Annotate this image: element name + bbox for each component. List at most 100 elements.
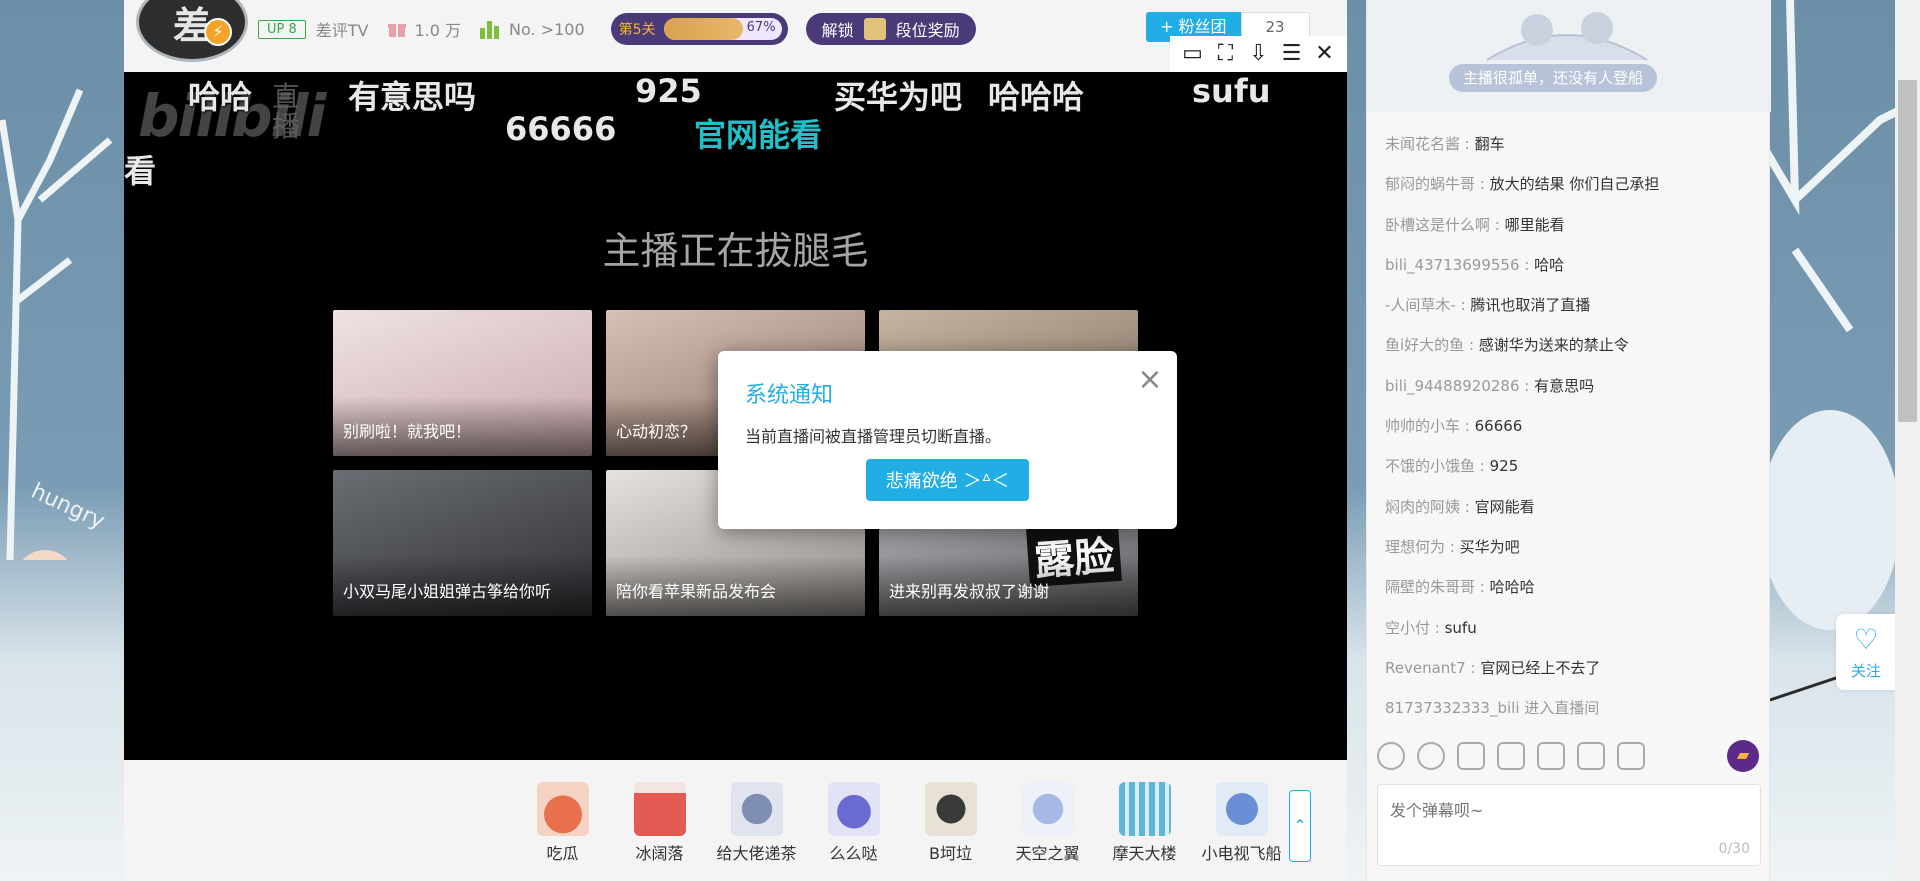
close-icon[interactable]: ✕ xyxy=(1312,41,1338,67)
chat-text: 哈哈哈 xyxy=(1489,578,1535,597)
palette-icon[interactable] xyxy=(1417,742,1445,770)
gift-icon xyxy=(387,24,406,37)
scrollbar-thumb[interactable] xyxy=(1898,80,1917,422)
chat-username[interactable]: 帅帅的小车 xyxy=(1385,417,1460,435)
danmaku-item: 925 xyxy=(635,72,702,110)
chat-message: 帅帅的小车 : 66666 xyxy=(1385,406,1755,446)
ship-banner: 主播很孤单，还没有人登船 xyxy=(1367,0,1771,112)
chat-username[interactable]: -人间草木- xyxy=(1385,296,1456,314)
heart-icon: ♡ xyxy=(1853,623,1879,656)
rank-icon xyxy=(480,21,500,39)
background-tree-left: hungry xyxy=(0,88,113,560)
gift-name: 给大佬递茶 xyxy=(716,844,797,863)
rank-text[interactable]: No. >100 xyxy=(509,20,585,39)
chat-username[interactable]: 鱼i好大的鱼 xyxy=(1385,336,1464,354)
video-icon[interactable]: ▭ xyxy=(1180,41,1206,67)
gift-expand-button[interactable]: ⌃ xyxy=(1289,790,1311,862)
gift-item[interactable]: 吃瓜 xyxy=(514,782,611,864)
chat-username[interactable]: 焖肉的阿姨 xyxy=(1385,498,1460,516)
chat-separator: : xyxy=(1475,457,1490,476)
channel-name[interactable]: 差评TV xyxy=(316,17,369,41)
verified-badge-icon: ⚡ xyxy=(204,18,232,46)
chat-username[interactable]: bili_43713699556 xyxy=(1385,256,1520,274)
chat-text: 感谢华为送来的禁止令 xyxy=(1478,336,1629,355)
level-progress-pill[interactable]: 第5关 67% xyxy=(610,13,788,45)
danmaku-char-counter: 0/30 xyxy=(1718,841,1750,857)
gift-item[interactable]: 么么哒 xyxy=(805,782,902,864)
follow-label: 关注 xyxy=(1850,662,1881,680)
download-icon[interactable]: ⇩ xyxy=(1246,41,1272,67)
spaceship-icon xyxy=(1215,782,1268,836)
chat-text: 哈哈 xyxy=(1534,255,1565,274)
danmaku-item: 看 xyxy=(124,152,157,190)
chat-separator: : xyxy=(1460,497,1475,516)
chat-username[interactable]: 空小付 xyxy=(1385,619,1430,637)
gift-item[interactable]: 摩天大楼 xyxy=(1096,782,1193,864)
follow-button[interactable]: ♡ 关注 xyxy=(1836,614,1896,690)
danmaku-item: sufu xyxy=(1192,72,1271,110)
close-icon[interactable]: × xyxy=(1136,365,1164,395)
gift-item[interactable]: 天空之翼 xyxy=(999,782,1096,864)
chat-message: Revenant7 : 官网已经上不去了 xyxy=(1385,648,1755,688)
chat-username[interactable]: 理想何为 xyxy=(1385,538,1445,556)
chat-text: 925 xyxy=(1489,457,1519,476)
player-toolbar: ▭ ⛶ ⇩ ☰ ✕ xyxy=(1170,36,1347,72)
recommendation-title: 进来别再发叔叔了谢谢 xyxy=(889,582,1050,601)
level-progress-fill xyxy=(663,18,743,40)
chat-separator: : xyxy=(1460,417,1475,436)
recommendation-card[interactable]: 别刷啦！就我吧！ xyxy=(333,310,592,456)
recommendation-card[interactable]: 小双马尾小姐姐弹古筝给你听 xyxy=(333,470,592,616)
fullscreen-icon[interactable]: ⛶ xyxy=(1213,41,1239,67)
skyscraper-icon xyxy=(1118,782,1171,836)
menu-icon[interactable]: ☰ xyxy=(1279,41,1305,67)
danmaku-input[interactable] xyxy=(1378,785,1760,865)
chat-separator: : xyxy=(1445,537,1460,556)
chat-message: 空小付 : sufu xyxy=(1385,608,1755,648)
chat-username[interactable]: 卧槽这是什么啊 xyxy=(1385,216,1490,234)
chat-username[interactable]: Revenant7 xyxy=(1385,659,1466,677)
gift-name: 天空之翼 xyxy=(1015,844,1080,863)
gift-item[interactable]: 给大佬递茶 xyxy=(708,782,805,864)
confirm-button[interactable]: 悲痛欲绝 ＞ᐞ＜ xyxy=(866,459,1029,501)
chat-text: 哪里能看 xyxy=(1504,215,1565,234)
gift-item[interactable]: B坷垃 xyxy=(902,782,999,864)
unlock-reward-button[interactable]: 解锁 段位奖励 xyxy=(805,13,976,45)
danmaku-item: 哈哈哈 xyxy=(988,78,1085,116)
emoji-icon[interactable] xyxy=(1377,742,1405,770)
gift-item[interactable]: 小电视飞船 xyxy=(1193,782,1290,864)
chat-message: -人间草木- : 腾讯也取消了直播 xyxy=(1385,285,1755,325)
block-danmaku-icon[interactable] xyxy=(1537,742,1565,770)
cola-icon xyxy=(633,782,686,836)
danmaku-item: 有意思吗 xyxy=(348,78,477,116)
up-level-tag[interactable]: UP 8 xyxy=(258,19,306,39)
gift-count: 1.0 万 xyxy=(414,21,462,40)
chat-separator: : xyxy=(1475,578,1490,597)
chat-username[interactable]: 隔壁的朱哥哥 xyxy=(1385,578,1475,596)
chat-username[interactable]: bili_94488920286 xyxy=(1385,377,1520,395)
chat-text: 进入直播间 xyxy=(1524,699,1600,718)
reward-label: 段位奖励 xyxy=(895,21,960,40)
page-scrollbar[interactable] xyxy=(1895,0,1920,881)
chat-username[interactable]: 81737332333_bili xyxy=(1385,699,1520,717)
chat-username[interactable]: 郁闷的蜗牛哥 xyxy=(1385,175,1475,193)
gift-danmaku-icon[interactable] xyxy=(1617,742,1645,770)
chat-username[interactable]: 未闻花名酱 xyxy=(1385,135,1460,153)
chat-message: 卧槽这是什么啊 : 哪里能看 xyxy=(1385,205,1755,245)
chat-message-list[interactable]: 未闻花名酱 : 翻车 郁闷的蜗牛哥 : 放大的结果 你们自己承担 卧槽这是什么啊… xyxy=(1385,124,1755,728)
chat-message: 郁闷的蜗牛哥 : 放大的结果 你们自己承担 xyxy=(1385,164,1755,204)
watermelon-icon xyxy=(536,782,589,836)
danmaku-settings-icon[interactable] xyxy=(1577,742,1605,770)
recommendation-title: 别刷啦！就我吧！ xyxy=(343,422,472,441)
gift-item[interactable]: 冰阔落 xyxy=(611,782,708,864)
gift-name: 摩天大楼 xyxy=(1112,844,1177,863)
chat-message: bili_43713699556 : 哈哈 xyxy=(1385,245,1755,285)
chat-username[interactable]: 不饿的小饿鱼 xyxy=(1385,457,1475,475)
chat-text: 官网能看 xyxy=(1474,497,1535,516)
danmaku-input-box: 0/30 xyxy=(1377,784,1761,866)
ship-illustration xyxy=(1486,12,1648,61)
copy-danmaku-icon[interactable] xyxy=(1457,742,1485,770)
screen-danmaku-icon[interactable] xyxy=(1497,742,1525,770)
chat-message: 隔壁的朱哥哥 : 哈哈哈 xyxy=(1385,567,1755,607)
unlock-label: 解锁 xyxy=(821,21,854,40)
chat-bubble-icon[interactable]: ▰ xyxy=(1727,740,1759,772)
